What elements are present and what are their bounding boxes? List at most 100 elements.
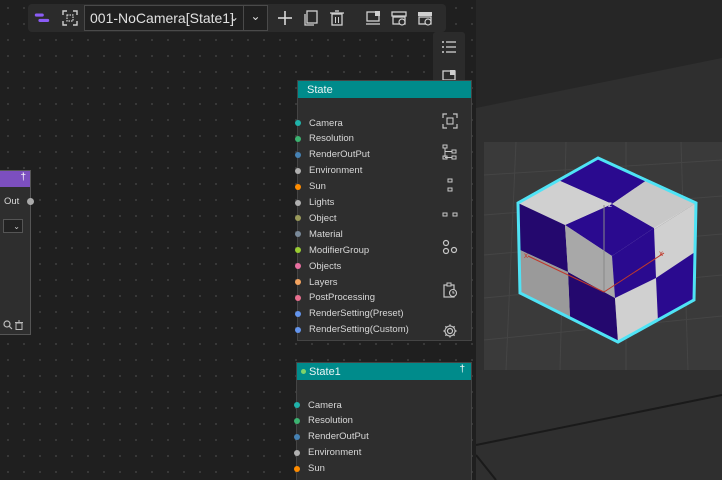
port-label: Lights bbox=[309, 197, 335, 208]
port-row: Camera bbox=[295, 116, 343, 130]
port-label: RenderSetting(Preset) bbox=[309, 308, 404, 320]
port-row: Resolution bbox=[295, 132, 354, 146]
port-dot[interactable] bbox=[295, 135, 301, 142]
port-dot[interactable] bbox=[295, 231, 301, 238]
main-toolbar: 001-NoCamera[State1] ⌄ ⌄ bbox=[28, 4, 446, 32]
port-dot[interactable] bbox=[294, 449, 300, 456]
clipboard-clock-icon[interactable] bbox=[440, 280, 460, 300]
delete-icon[interactable] bbox=[324, 5, 350, 31]
port-dot[interactable] bbox=[294, 417, 300, 424]
port-row: Sun bbox=[294, 462, 325, 476]
port-row: RenderSetting(Custom) bbox=[295, 323, 409, 337]
scene-select[interactable]: 001-NoCamera[State1] ⌄ bbox=[84, 5, 244, 31]
port-dot[interactable] bbox=[295, 279, 301, 285]
port-dot[interactable] bbox=[294, 402, 300, 408]
port-row: PostProcessing bbox=[295, 291, 376, 305]
3d-viewport[interactable]: x x z bbox=[476, 0, 722, 480]
port-dot[interactable] bbox=[295, 151, 301, 158]
frame-select-icon[interactable] bbox=[56, 5, 84, 31]
port-row: RenderSetting(Preset) bbox=[295, 307, 404, 321]
app-logo-icon[interactable] bbox=[28, 5, 56, 31]
output-node[interactable]: † Out ⌄ bbox=[0, 170, 34, 335]
port-label: Object bbox=[309, 212, 337, 224]
port-row: Layers bbox=[295, 275, 338, 289]
pin-icon[interactable]: † bbox=[20, 172, 26, 183]
port-label: Sun bbox=[309, 181, 326, 193]
port-row: RenderOutPut bbox=[294, 430, 369, 444]
state-node-header[interactable]: State bbox=[298, 81, 471, 98]
scene-select-value: 001-NoCamera[State1] bbox=[90, 10, 234, 26]
port-label: Camera bbox=[309, 117, 343, 129]
state1-node-title: State1 bbox=[309, 365, 341, 378]
port-label: Environment bbox=[308, 447, 362, 459]
port-row: Sun bbox=[295, 180, 326, 194]
port-label: Environment bbox=[309, 165, 363, 177]
port-row: Camera bbox=[294, 398, 342, 412]
port-dot[interactable] bbox=[295, 183, 301, 190]
svg-text:x: x bbox=[524, 251, 528, 260]
port-dot[interactable] bbox=[295, 120, 301, 126]
port-row: Environment bbox=[295, 164, 363, 178]
port-label: Sun bbox=[308, 463, 325, 475]
port-label: Layers bbox=[309, 276, 338, 288]
port-dot[interactable] bbox=[295, 263, 301, 270]
frame-icon[interactable] bbox=[440, 111, 460, 131]
port-row: ModifierGroup bbox=[295, 243, 370, 257]
out-port-label: Out bbox=[4, 196, 20, 207]
port-dot[interactable] bbox=[294, 465, 300, 472]
render-icon[interactable] bbox=[360, 5, 386, 31]
port-label: Resolution bbox=[308, 415, 353, 427]
split-horizontal-icon[interactable] bbox=[440, 205, 460, 225]
port-row: Objects bbox=[295, 259, 342, 273]
port-row: Material bbox=[295, 227, 343, 241]
scene-dropdown-button[interactable]: ⌄ bbox=[244, 5, 268, 31]
split-vertical-icon[interactable] bbox=[440, 175, 460, 195]
nodes-icon[interactable] bbox=[440, 237, 460, 257]
port-row: RenderOutPut bbox=[295, 148, 370, 162]
port-label: ModifierGroup bbox=[309, 244, 370, 256]
port-label: Material bbox=[309, 228, 343, 240]
port-dot[interactable] bbox=[295, 199, 301, 206]
viewport-scene: x x z bbox=[476, 0, 722, 480]
port-dot[interactable] bbox=[295, 326, 301, 333]
pin-icon[interactable]: † bbox=[459, 364, 465, 375]
state-node[interactable]: State Camera Resolution RenderOutPut Enviro… bbox=[295, 80, 472, 341]
render-queue-icon[interactable] bbox=[386, 5, 412, 31]
port-dot[interactable] bbox=[294, 433, 300, 440]
status-dot-icon bbox=[301, 369, 306, 374]
list-icon[interactable] bbox=[433, 32, 465, 62]
search-icon[interactable] bbox=[3, 317, 13, 330]
output-node-header[interactable]: † bbox=[0, 171, 30, 187]
port-row: Environment bbox=[294, 446, 362, 460]
batch-render-icon[interactable] bbox=[412, 5, 438, 31]
port-dot[interactable] bbox=[295, 215, 301, 222]
chevron-down-icon: ⌄ bbox=[228, 10, 239, 24]
port-label: Resolution bbox=[309, 133, 354, 145]
svg-text:z: z bbox=[608, 200, 612, 209]
gear-icon[interactable] bbox=[440, 321, 460, 341]
hierarchy-icon[interactable] bbox=[440, 142, 460, 162]
chevron-down-icon: ⌄ bbox=[250, 9, 261, 23]
port-label: PostProcessing bbox=[309, 292, 376, 304]
output-select[interactable]: ⌄ bbox=[3, 219, 23, 233]
port-label: Objects bbox=[309, 260, 342, 272]
add-icon[interactable] bbox=[272, 5, 298, 31]
port-label: RenderOutPut bbox=[309, 149, 370, 161]
port-dot[interactable] bbox=[295, 167, 301, 174]
port-row: Lights bbox=[295, 196, 335, 210]
port-row: Resolution bbox=[294, 414, 353, 428]
copy-icon[interactable] bbox=[298, 5, 324, 31]
port-row: Object bbox=[295, 211, 337, 225]
port-dot[interactable] bbox=[295, 294, 301, 301]
state1-node-header[interactable]: State1 † bbox=[297, 363, 471, 380]
port-label: Camera bbox=[308, 399, 342, 411]
state-node-title: State bbox=[307, 83, 333, 96]
state1-node[interactable]: State1 † Camera Resolution RenderOutPut Env… bbox=[294, 362, 472, 480]
trash-icon[interactable] bbox=[14, 317, 24, 330]
out-port-dot[interactable] bbox=[27, 198, 34, 205]
svg-text:x: x bbox=[659, 249, 663, 258]
port-label: RenderSetting(Custom) bbox=[309, 324, 409, 336]
port-dot[interactable] bbox=[295, 247, 301, 254]
port-dot[interactable] bbox=[295, 310, 301, 317]
port-label: RenderOutPut bbox=[308, 431, 369, 443]
